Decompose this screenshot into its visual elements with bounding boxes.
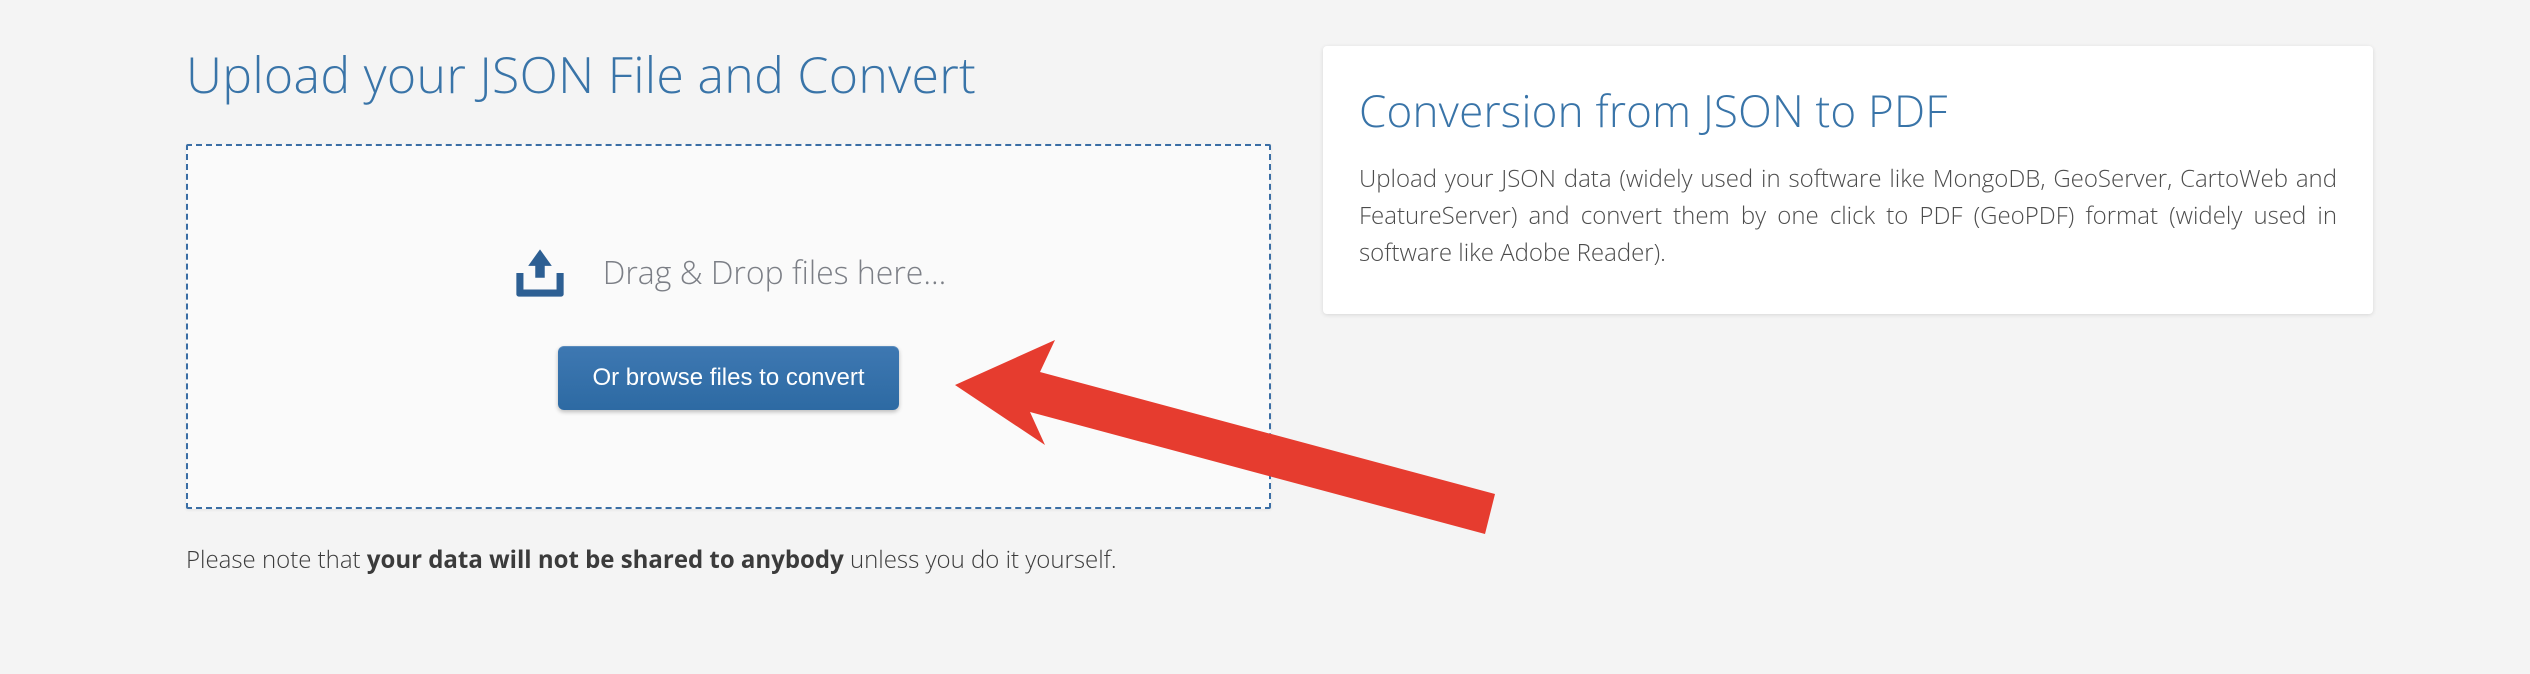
note-prefix: Please note that	[186, 543, 367, 576]
note-suffix: unless you do it yourself.	[844, 543, 1117, 576]
info-body: Upload your JSON data (widely used in so…	[1359, 160, 2337, 272]
info-card: Conversion from JSON to PDF Upload your …	[1323, 46, 2373, 314]
drop-label: Drag & Drop files here...	[603, 251, 947, 294]
upload-dropzone[interactable]: Drag & Drop files here... Or browse file…	[186, 144, 1271, 509]
browse-button[interactable]: Or browse files to convert	[558, 346, 898, 410]
info-title: Conversion from JSON to PDF	[1359, 80, 2337, 140]
page-title: Upload your JSON File and Convert	[186, 40, 1271, 108]
upload-icon	[511, 244, 569, 302]
privacy-note: Please note that your data will not be s…	[186, 543, 1271, 576]
note-bold: your data will not be shared to anybody	[367, 543, 844, 576]
